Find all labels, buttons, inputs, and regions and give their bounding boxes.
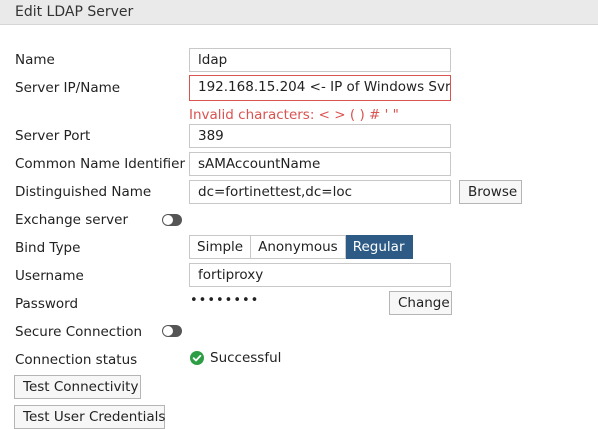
server-ip-error: Invalid characters: < > ( ) # ' " xyxy=(189,107,399,123)
bind-type-regular[interactable]: Regular xyxy=(345,235,413,259)
bind-type-anonymous[interactable]: Anonymous xyxy=(251,235,346,259)
server-port-input[interactable]: 389 xyxy=(189,124,451,148)
cn-identifier-input[interactable]: sAMAccountName xyxy=(189,152,451,176)
cn-identifier-label: Common Name Identifier xyxy=(15,156,186,172)
test-user-credentials-button[interactable]: Test User Credentials xyxy=(14,405,165,429)
connection-status-label: Connection status xyxy=(15,352,138,368)
dn-label: Distinguished Name xyxy=(15,184,152,200)
username-label: Username xyxy=(15,268,84,284)
toggle-knob xyxy=(163,215,173,225)
test-connectivity-button[interactable]: Test Connectivity xyxy=(14,375,141,399)
server-ip-input[interactable]: 192.168.15.204 <- IP of Windows Svr xyxy=(189,75,451,101)
bind-type-label: Bind Type xyxy=(15,240,81,256)
bind-type-simple[interactable]: Simple xyxy=(189,235,252,259)
bind-type-selector: Simple Anonymous Regular xyxy=(189,235,413,259)
connection-status-value: Successful xyxy=(210,350,282,366)
toggle-knob xyxy=(163,326,173,336)
exchange-toggle[interactable] xyxy=(162,214,182,226)
dialog-header: Edit LDAP Server xyxy=(0,0,598,25)
check-circle-icon xyxy=(190,351,204,365)
change-password-button[interactable]: Change xyxy=(389,291,452,315)
password-value: •••••••• xyxy=(190,293,260,308)
secure-connection-label: Secure Connection xyxy=(15,324,143,340)
secure-connection-toggle[interactable] xyxy=(162,325,182,337)
name-label: Name xyxy=(15,52,55,68)
dn-input[interactable]: dc=fortinettest,dc=loc xyxy=(189,180,451,204)
server-port-label: Server Port xyxy=(15,128,91,144)
username-input[interactable]: fortiproxy xyxy=(189,263,451,287)
dialog-title: Edit LDAP Server xyxy=(15,4,134,20)
server-ip-label: Server IP/Name xyxy=(15,80,121,96)
exchange-label: Exchange server xyxy=(15,212,128,228)
browse-button[interactable]: Browse xyxy=(459,180,522,204)
name-input[interactable]: ldap xyxy=(189,48,451,72)
connection-status: Successful xyxy=(190,350,281,366)
password-label: Password xyxy=(15,296,79,312)
